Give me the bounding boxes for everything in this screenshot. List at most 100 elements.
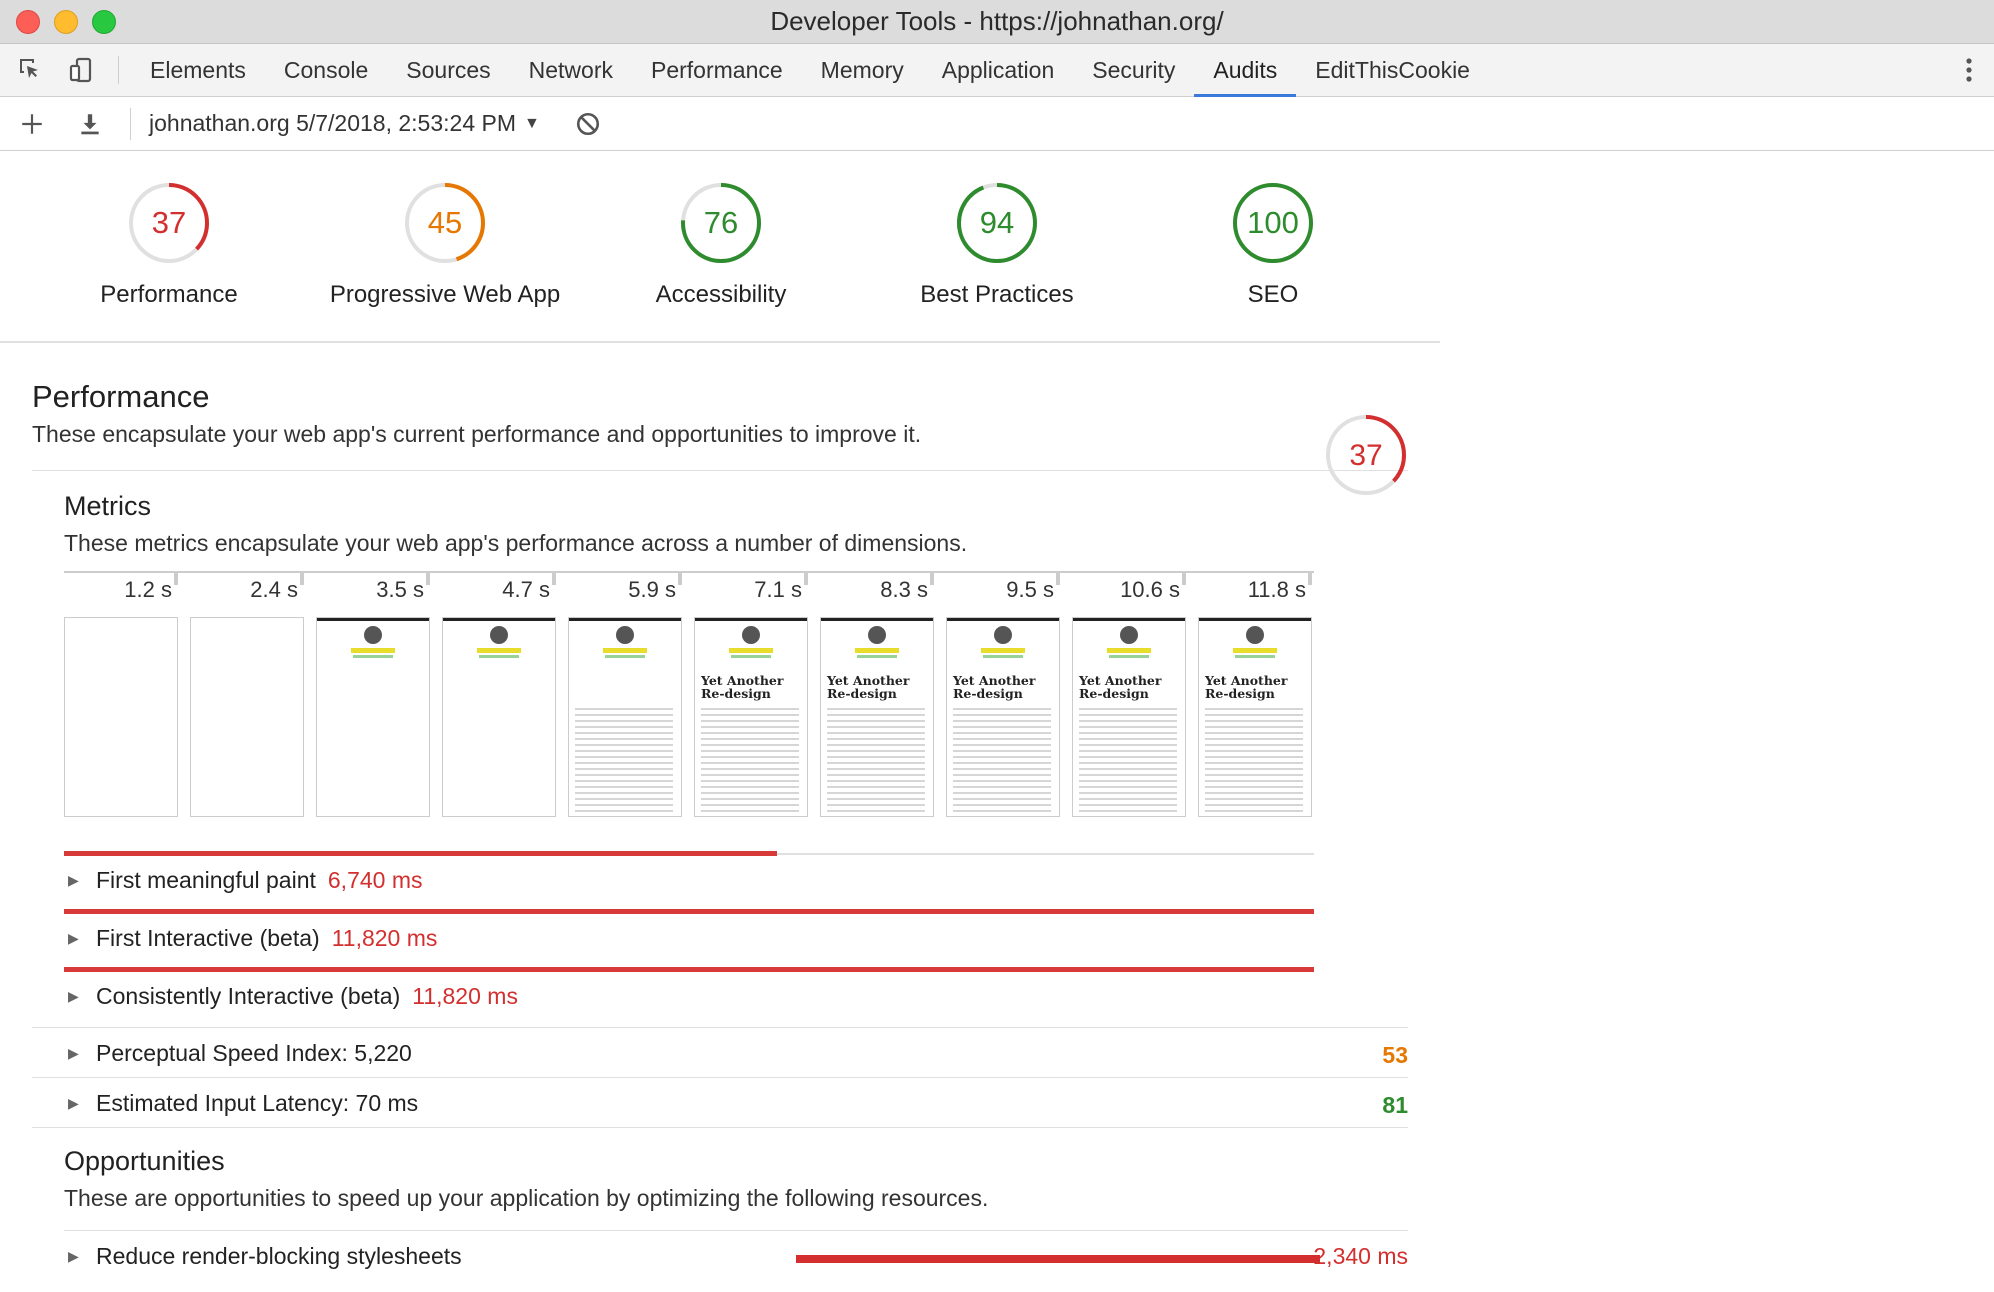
window-controls xyxy=(16,10,116,34)
filmstrip-frame: Yet Another Re-design xyxy=(1198,617,1312,817)
frame-timestamp: 10.6 s xyxy=(1120,577,1180,602)
opportunity-row[interactable]: ▶ Reduce render-blocking stylesheets 2,340… xyxy=(64,1230,1408,1282)
timeline-tick xyxy=(1308,571,1312,585)
metric-value: 11,820 ms xyxy=(331,925,438,951)
metric-name: Consistently Interactive (beta) xyxy=(96,983,401,1009)
gauge-label: Progressive Web App xyxy=(329,281,561,308)
filmstrip-frame: Yet Another Re-design xyxy=(946,617,1060,817)
category-score: 37 xyxy=(1349,439,1382,472)
gauge-label: SEO xyxy=(1247,281,1299,308)
kebab-menu-icon xyxy=(1966,58,1972,82)
metric-row[interactable]: ▶ First meaningful paint 6,740 ms xyxy=(64,851,1314,911)
report-selector[interactable]: johnathan.org 5/7/2018, 2:53:24 PM ▼ xyxy=(149,110,540,137)
report-selector-label: johnathan.org 5/7/2018, 2:53:24 PM xyxy=(149,110,517,136)
metric-list: ▶ First meaningful paint 6,740 ms ▶ First In… xyxy=(64,851,1314,1027)
tab-audits[interactable]: Audits xyxy=(1194,44,1297,97)
score-gauge-best-practices[interactable]: 94 Best Practices xyxy=(862,181,1132,309)
frame-timestamp: 2.4 s xyxy=(250,577,298,602)
gauge-label: Accessibility xyxy=(655,281,787,308)
opportunities-description: These are opportunities to speed up your… xyxy=(64,1185,989,1211)
filmstrip-frame: Yet Another Re-design xyxy=(820,617,934,817)
metric-row[interactable]: ▶ First Interactive (beta) 11,820 ms xyxy=(64,909,1314,969)
opportunities-title: Opportunities xyxy=(64,1146,225,1176)
devtools-tabbar: Elements Console Sources Network Performance… xyxy=(0,44,1994,97)
gauge-ring: 76 xyxy=(681,183,761,263)
panel-tabs: Elements Console Sources Network Performance… xyxy=(131,44,1489,97)
tab-console[interactable]: Console xyxy=(265,44,387,96)
metric-name: Perceptual Speed Index: 5,220 xyxy=(96,1040,412,1066)
metric-row[interactable]: ▶ Estimated Input Latency: 70 ms 81 xyxy=(32,1077,1408,1127)
metric-label: ▶ First Interactive (beta) 11,820 ms xyxy=(64,925,437,952)
metric-timeline-bar xyxy=(64,967,1314,972)
lite-metric-list: ▶ Perceptual Speed Index: 5,220 53 ▶ Estimat… xyxy=(32,1027,1408,1127)
expand-triangle-icon[interactable]: ▶ xyxy=(64,1045,96,1062)
expand-triangle-icon[interactable]: ▶ xyxy=(64,930,96,947)
metric-label: ▶ Perceptual Speed Index: 5,220 xyxy=(64,1040,412,1067)
tab-sources[interactable]: Sources xyxy=(387,44,509,96)
metric-name: First Interactive (beta) xyxy=(96,925,320,951)
clear-reports-button[interactable] xyxy=(570,106,606,142)
gauge-score: 45 xyxy=(428,205,462,240)
frame-body-text xyxy=(575,708,673,812)
filmstrip-frame xyxy=(442,617,556,817)
divider xyxy=(32,1127,1408,1128)
tab-security[interactable]: Security xyxy=(1073,44,1194,96)
metric-score: 53 xyxy=(1382,1042,1408,1068)
opportunity-savings: 2,340 ms xyxy=(1313,1243,1408,1269)
expand-triangle-icon[interactable]: ▶ xyxy=(64,988,96,1005)
close-window-button[interactable] xyxy=(16,10,40,34)
score-gauge-seo[interactable]: 100 SEO xyxy=(1138,181,1408,309)
tab-network[interactable]: Network xyxy=(510,44,632,96)
opportunity-savings-bar xyxy=(796,1255,1320,1263)
score-gauge-accessibility[interactable]: 76 Accessibility xyxy=(586,181,856,309)
metric-name: Estimated Input Latency: 70 ms xyxy=(96,1090,419,1116)
inspect-cursor-icon xyxy=(20,59,38,78)
more-options-button[interactable] xyxy=(1944,55,1994,85)
metrics-title: Metrics xyxy=(64,491,151,521)
gauge-label: Performance xyxy=(100,281,238,308)
inspect-element-button[interactable] xyxy=(6,44,56,96)
category-title: Performance xyxy=(32,379,210,414)
frame-body-text xyxy=(1205,708,1303,812)
frame-body-text xyxy=(953,708,1051,812)
metric-value: 11,820 ms xyxy=(412,983,518,1009)
gauge-score: 76 xyxy=(704,205,738,240)
expand-triangle-icon[interactable]: ▶ xyxy=(64,872,96,889)
metrics-description: These metrics encapsulate your web app's… xyxy=(64,530,968,556)
metric-row[interactable]: ▶ Perceptual Speed Index: 5,220 53 xyxy=(32,1027,1408,1077)
filmstrip-frame: Yet Another Re-design xyxy=(1072,617,1186,817)
frame-heading: Yet Another Re-design xyxy=(1079,673,1162,701)
filmstrip-frame xyxy=(316,617,430,817)
maximize-window-button[interactable] xyxy=(92,10,116,34)
minimize-window-button[interactable] xyxy=(54,10,78,34)
metric-score: 81 xyxy=(1382,1092,1408,1118)
new-audit-button[interactable] xyxy=(14,106,50,142)
plus-icon xyxy=(22,113,42,134)
metric-label: ▶ First meaningful paint 6,740 ms xyxy=(64,867,423,894)
tab-performance[interactable]: Performance xyxy=(632,44,802,96)
tab-elements[interactable]: Elements xyxy=(131,44,265,96)
gauge-ring: 45 xyxy=(405,183,485,263)
category-score-gauge: 37 xyxy=(1326,415,1406,495)
expand-triangle-icon[interactable]: ▶ xyxy=(64,1248,96,1265)
metric-timeline-bar xyxy=(64,851,777,856)
metric-row[interactable]: ▶ Consistently Interactive (beta) 11,820 m… xyxy=(64,967,1314,1027)
frame-heading: Yet Another Re-design xyxy=(953,673,1036,701)
frame-body-text xyxy=(827,708,925,812)
gauge-score: 37 xyxy=(152,205,186,240)
toolbar-divider xyxy=(118,56,119,84)
tab-memory[interactable]: Memory xyxy=(802,44,923,96)
device-toolbar-button[interactable] xyxy=(56,44,106,96)
filmstrip-frame: Yet Another Re-design xyxy=(568,617,682,817)
score-gauge-performance[interactable]: 37 Performance xyxy=(34,181,304,309)
score-gauges: 37 Performance 45 Progressive Web App 76 Acce… xyxy=(0,151,1440,343)
download-report-button[interactable] xyxy=(72,106,108,142)
expand-triangle-icon[interactable]: ▶ xyxy=(64,1095,96,1112)
download-icon xyxy=(81,113,99,134)
frame-timestamp: 11.8 s xyxy=(1247,577,1306,602)
tabbar-right xyxy=(1919,44,1994,96)
tab-application[interactable]: Application xyxy=(923,44,1074,96)
tab-editthiscookie[interactable]: EditThisCookie xyxy=(1296,44,1489,96)
score-gauge-progressive-web-app[interactable]: 45 Progressive Web App xyxy=(310,181,580,309)
performance-category: Performance These encapsulate your web a… xyxy=(32,379,1408,1282)
